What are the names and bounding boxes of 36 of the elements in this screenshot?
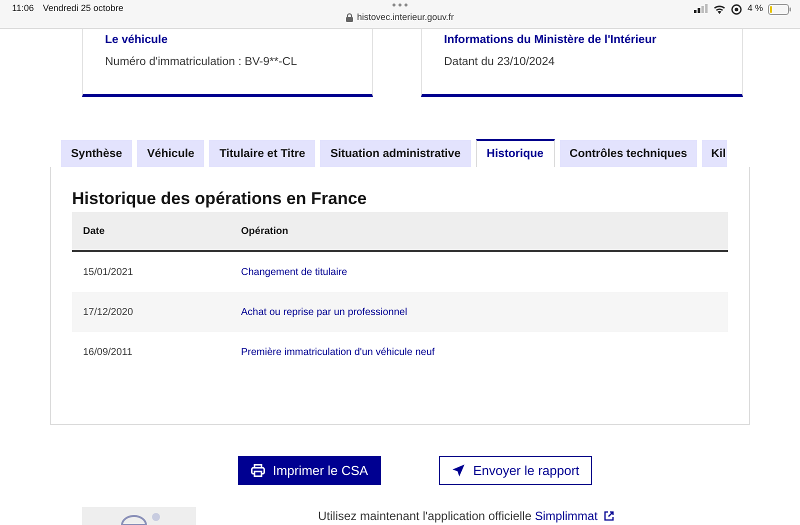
section-heading: Historique des opérations en France — [72, 189, 368, 209]
date-cell: 16/09/2011 — [83, 346, 132, 358]
card-title: Informations du Ministère de l'Intérieur — [444, 34, 658, 46]
tab[interactable]: Kil — [702, 140, 727, 167]
app-link[interactable]: Simplimmat — [534, 509, 598, 523]
tab[interactable]: Situation administrative — [320, 140, 471, 167]
tab[interactable]: Contrôles techniques — [560, 140, 698, 167]
tab[interactable]: Titulaire et Titre — [209, 140, 316, 167]
tab[interactable]: Synthèse — [61, 140, 132, 167]
printer-icon — [250, 464, 265, 477]
external-link-icon — [604, 511, 614, 521]
card-text: Numéro d'immatriculation : BV-9**-CL — [105, 56, 298, 68]
signal-icon — [694, 4, 708, 13]
url-text[interactable]: histovec.interieur.gouv.fr — [357, 12, 454, 22]
status-time: 11:06 — [12, 3, 34, 15]
card-text: Datant du 23/10/2024 — [444, 56, 556, 68]
print-button[interactable]: Imprimer le CSA — [238, 456, 382, 485]
tab[interactable]: Véhicule — [137, 140, 204, 167]
operation-link[interactable]: Première immatriculation d'un véhicule neuf — [241, 346, 435, 358]
footer-text: Utilisez maintenant l'application officielle Simplimmat — [318, 509, 598, 523]
lock-icon — [346, 12, 354, 22]
column-header: Date — [72, 212, 230, 251]
send-button[interactable]: Envoyer le rapport — [439, 456, 592, 485]
battery-percent: 4 % — [747, 3, 763, 13]
operation-link[interactable]: Achat ou reprise par un professionnel — [241, 306, 408, 318]
more-icon[interactable] — [392, 3, 408, 7]
column-header: Opération — [230, 212, 728, 251]
wifi-icon — [713, 4, 726, 14]
date-cell: 17/12/2020 — [83, 306, 134, 318]
battery-icon — [768, 4, 792, 15]
send-icon — [452, 464, 466, 477]
date-cell: 15/01/2021 — [83, 266, 134, 278]
status-date: Vendredi 25 octobre — [42, 3, 124, 15]
card-title: Le véhicule — [105, 34, 169, 46]
tab[interactable]: Historique — [476, 139, 555, 167]
operation-link[interactable]: Changement de titulaire — [241, 266, 348, 278]
